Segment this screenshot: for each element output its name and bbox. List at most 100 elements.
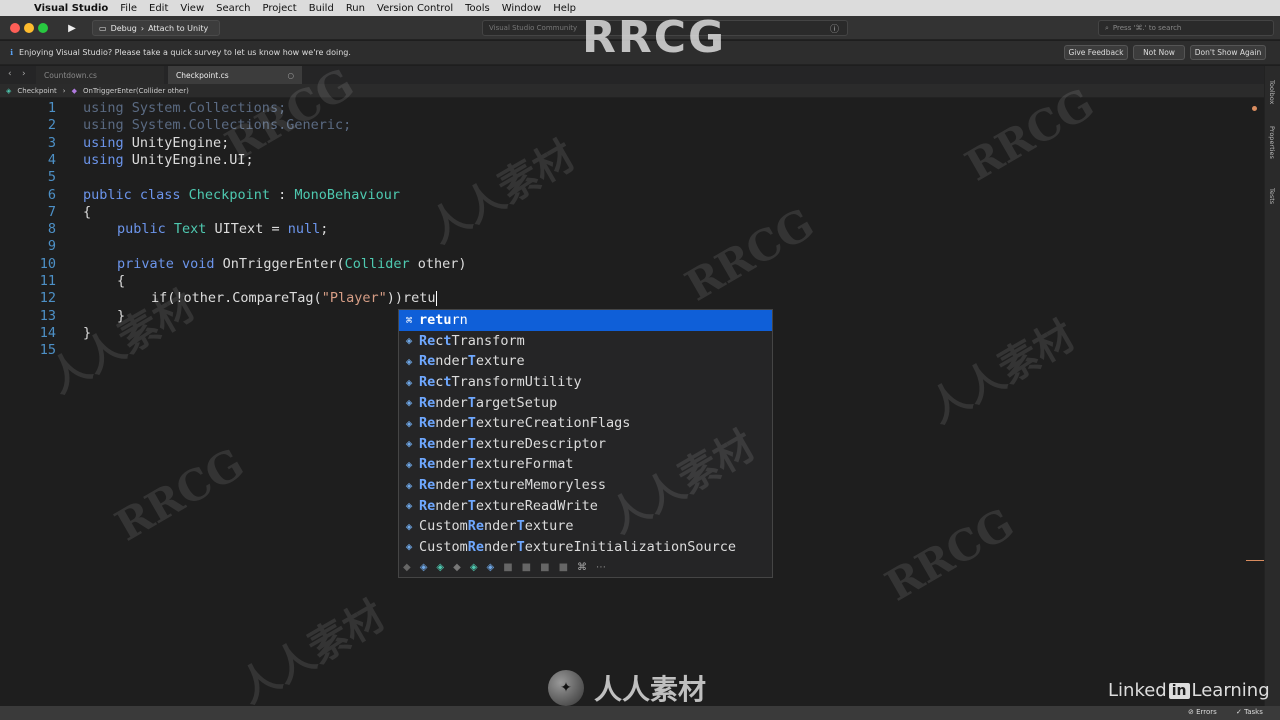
- info-icon[interactable]: ⓘ: [830, 22, 839, 35]
- class-icon: ◈: [405, 396, 413, 410]
- errors-icon: ⊘: [1188, 708, 1194, 716]
- menu-help[interactable]: Help: [547, 3, 582, 14]
- completion-filter-icon[interactable]: ◈: [470, 562, 478, 573]
- label-part: nder: [435, 353, 468, 370]
- match-highlight: T: [467, 394, 476, 411]
- completion-label: RenderTextureReadWrite: [419, 498, 598, 514]
- menu-search[interactable]: Search: [210, 3, 256, 14]
- chevron-right-icon: ›: [62, 86, 66, 95]
- zoom-window-button[interactable]: [38, 23, 48, 33]
- completion-item[interactable]: ◈ RenderTextureReadWrite: [399, 495, 772, 516]
- completion-filter-icon[interactable]: ■: [559, 562, 568, 573]
- toolbox-panel-tab[interactable]: Toolbox: [1268, 80, 1276, 104]
- class-icon: ◈: [6, 86, 12, 95]
- menu-project[interactable]: Project: [256, 3, 302, 14]
- line-number: 1: [47, 100, 56, 116]
- status-text: Visual Studio Community: [489, 24, 578, 32]
- label-part: argetSetup: [475, 394, 558, 411]
- label-part: nder: [435, 456, 468, 473]
- class-icon: ◈: [405, 437, 413, 451]
- label-part: extureReadWrite: [475, 497, 598, 514]
- completion-filter-icon[interactable]: ⋯: [596, 562, 606, 573]
- tests-panel-tab[interactable]: Tests: [1268, 188, 1276, 204]
- completion-filter-icon[interactable]: ◆: [403, 562, 411, 573]
- tasks-pad-button[interactable]: ✓ Tasks: [1236, 708, 1263, 716]
- run-button[interactable]: ▶: [60, 21, 84, 36]
- menu-version-control[interactable]: Version Control: [371, 3, 459, 14]
- completion-filter-icon[interactable]: ■: [522, 562, 531, 573]
- completion-filter-icon[interactable]: ◈: [420, 562, 428, 573]
- completion-filter-icon[interactable]: ◆: [453, 562, 461, 573]
- tab-countdown[interactable]: Countdown.cs: [36, 66, 164, 84]
- completion-label: RenderTextureCreationFlags: [419, 415, 630, 431]
- completion-filter-bar: ◆ ◈ ◈ ◆ ◈ ◈ ■ ■ ■ ■ ⌘ ⋯: [399, 558, 772, 577]
- menu-app-name[interactable]: Visual Studio: [28, 3, 114, 14]
- tab-label: Checkpoint.cs: [176, 70, 229, 80]
- errors-pad-button[interactable]: ⊘ Errors: [1188, 708, 1217, 716]
- string-literal: "Player": [321, 290, 387, 307]
- menu-edit[interactable]: Edit: [143, 3, 174, 14]
- completion-label: RenderTargetSetup: [419, 395, 557, 411]
- match-highlight: Re: [419, 456, 436, 473]
- minimize-window-button[interactable]: [24, 23, 34, 33]
- menu-view[interactable]: View: [174, 3, 210, 14]
- label-part: rn: [451, 312, 468, 329]
- code-text: ;: [320, 221, 329, 238]
- keyword: using: [83, 134, 124, 151]
- menu-window[interactable]: Window: [496, 3, 547, 14]
- completion-item[interactable]: ⌘ return: [399, 310, 772, 331]
- class-icon: ◈: [405, 540, 413, 554]
- label-part: extureDescriptor: [475, 435, 606, 452]
- completion-filter-icon[interactable]: ■: [503, 562, 512, 573]
- label-part: nder: [435, 394, 468, 411]
- completion-item[interactable]: ◈ CustomRenderTextureInitializationSource: [399, 537, 772, 558]
- match-highlight: T: [516, 538, 525, 555]
- line-number: 13: [39, 307, 56, 324]
- match-highlight: T: [467, 415, 476, 432]
- close-window-button[interactable]: [10, 23, 20, 33]
- label-part: extureCreationFlags: [475, 415, 631, 432]
- menu-run[interactable]: Run: [340, 3, 371, 14]
- nav-back-icon[interactable]: ‹: [8, 69, 12, 79]
- nav-forward-icon[interactable]: ›: [22, 69, 26, 79]
- completion-filter-icon[interactable]: ⌘: [577, 562, 587, 573]
- configuration-selector[interactable]: ▭ Debug › Attach to Unity: [92, 20, 220, 36]
- menu-build[interactable]: Build: [303, 3, 340, 14]
- match-highlight: Re: [419, 477, 436, 494]
- dont-show-again-button[interactable]: Don't Show Again: [1190, 45, 1266, 60]
- menu-file[interactable]: File: [114, 3, 143, 14]
- close-tab-icon[interactable]: ○: [287, 71, 294, 80]
- keyword: null: [287, 221, 321, 238]
- type-name: Text: [165, 221, 207, 238]
- completion-item[interactable]: ◈ RenderTargetSetup: [399, 392, 772, 413]
- label-part: nder: [435, 497, 468, 514]
- completion-label: RenderTextureFormat: [419, 456, 573, 472]
- not-now-button[interactable]: Not Now: [1133, 45, 1185, 60]
- match-highlight: retu: [419, 312, 452, 329]
- completion-item[interactable]: ◈ CustomRenderTexture: [399, 516, 772, 537]
- linkedin-learning-logo: Linked in Learning: [1108, 680, 1270, 701]
- completion-item[interactable]: ◈ RenderTexture: [399, 351, 772, 372]
- completion-filter-icon[interactable]: ◈: [436, 562, 444, 573]
- completion-item[interactable]: ◈ RectTransformUtility: [399, 372, 772, 393]
- completion-label: CustomRenderTextureInitializationSource: [419, 539, 736, 555]
- label-part: Custom: [419, 538, 468, 555]
- keyword: using: [83, 151, 124, 168]
- breadcrumb-method[interactable]: OnTriggerEnter(Collider other): [83, 87, 189, 95]
- give-feedback-button[interactable]: Give Feedback: [1064, 45, 1128, 60]
- tab-checkpoint[interactable]: Checkpoint.cs ○: [168, 66, 302, 84]
- search-input[interactable]: ⌕ Press '⌘.' to search: [1098, 20, 1274, 36]
- properties-panel-tab[interactable]: Properties: [1268, 126, 1276, 159]
- completion-label: RenderTextureDescriptor: [419, 436, 606, 452]
- breadcrumb-class[interactable]: Checkpoint: [17, 87, 56, 95]
- code-text: UIText =: [206, 221, 288, 238]
- errors-label: Errors: [1196, 708, 1217, 716]
- type-name: Collider: [344, 255, 410, 272]
- site-logo: ✦ 人人素材: [548, 668, 706, 708]
- completion-filter-icon[interactable]: ■: [540, 562, 549, 573]
- label-part: extureInitializationSource: [524, 538, 737, 555]
- completion-item[interactable]: ◈ RectTransform: [399, 331, 772, 352]
- line-number: 10: [39, 255, 56, 272]
- completion-filter-icon[interactable]: ◈: [487, 562, 495, 573]
- menu-tools[interactable]: Tools: [459, 3, 496, 14]
